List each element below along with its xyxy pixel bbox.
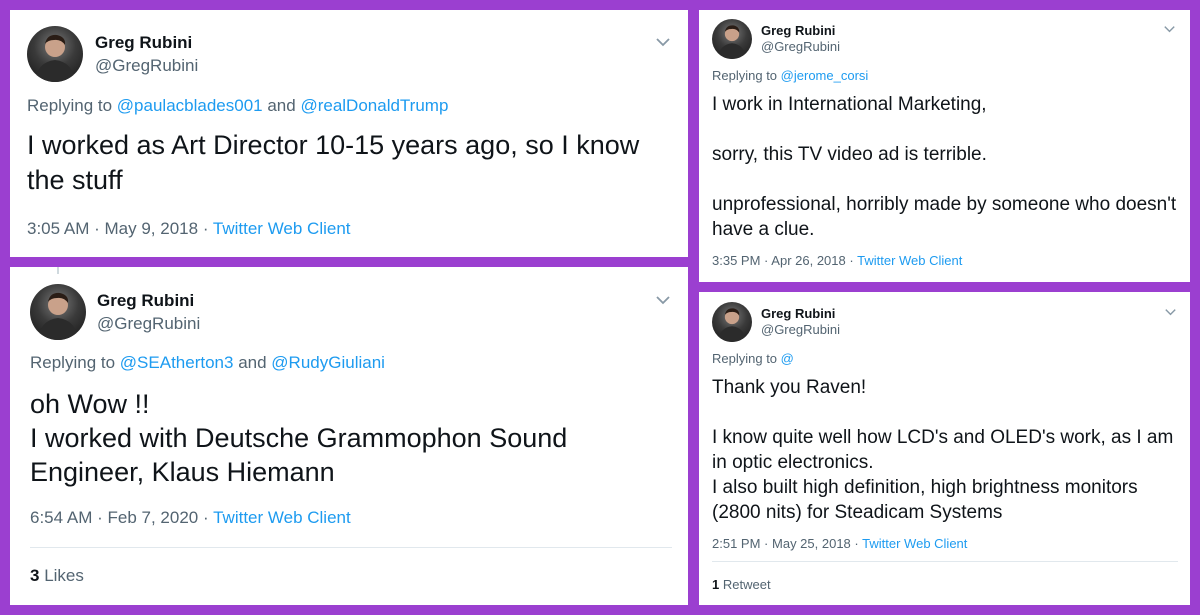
separator-dot: · [97,508,103,527]
tweet-time[interactable]: 2:51 PM [712,536,760,551]
reply-mention-link[interactable]: @ [781,351,794,366]
tweet-time[interactable]: 3:05 AM [27,219,89,238]
tweet-date[interactable]: Apr 26, 2018 [771,253,845,268]
reply-mention-link[interactable]: @jerome_corsi [781,68,869,83]
reply-mention-link[interactable]: @SEAtherton3 [120,353,234,372]
tweet-text: Thank you Raven! I know quite well how L… [712,375,1180,525]
replying-to: Replying to @paulacblades001 and @realDo… [27,96,448,116]
stat-label: Retweet [722,577,771,592]
separator-dot: · [849,253,854,268]
author-name[interactable]: Greg Rubini [761,306,835,321]
stat-number: 3 [30,566,40,585]
chevron-down-icon[interactable] [1165,308,1176,316]
tweet-meta: 3:05 AM · May 9, 2018 · Twitter Web Clie… [27,219,351,239]
replying-to: Replying to @SEAtherton3 and @RudyGiulia… [30,353,385,373]
tweet-client-link[interactable]: Twitter Web Client [213,219,351,238]
tweet-card-3: Greg Rubini @GregRubini Replying to @jer… [699,10,1190,282]
tweet-meta: 3:35 PM · Apr 26, 2018 · Twitter Web Cli… [712,253,962,268]
tweet-client-link[interactable]: Twitter Web Client [857,253,962,268]
avatar[interactable] [30,284,86,340]
retweets-count[interactable]: 1 Retweet [712,577,771,592]
reply-mention-link[interactable]: @paulacblades001 [117,96,263,115]
chevron-down-icon[interactable] [1164,25,1175,33]
separator-dot: · [203,508,209,527]
tweet-text-line: Thank you Raven! [712,377,867,398]
author-name[interactable]: Greg Rubini [97,291,194,311]
chevron-down-icon[interactable] [656,37,670,47]
separator-dot: · [94,219,100,238]
tweet-text-line [712,167,1180,192]
author-handle[interactable]: @GregRubini [97,314,200,334]
separator-dot: · [764,253,769,268]
tweet-text: I work in International Marketing, sorry… [712,92,1180,242]
tweet-date[interactable]: May 25, 2018 [772,536,851,551]
tweet-text-line: I worked with Deutsche Grammophon Sound … [30,423,568,487]
separator-dot: · [854,536,859,551]
replying-to-label: Replying to [712,351,778,366]
reply-mention-link[interactable]: @RudyGiuliani [271,353,385,372]
tweet-date[interactable]: May 9, 2018 [105,219,199,238]
divider [712,561,1178,562]
tweet-text-line: unprofessional, horribly made by someone… [712,194,1177,240]
separator-dot: · [202,219,209,238]
tweet-text-line: I work in International Marketing, [712,94,987,115]
tweet-meta: 2:51 PM · May 25, 2018 · Twitter Web Cli… [712,536,967,551]
author-handle[interactable]: @GregRubini [761,39,840,54]
stat-label: Likes [44,566,84,585]
tweet-text-line: oh Wow !! [30,389,150,419]
thread-connector-line [57,267,59,274]
tweet-time[interactable]: 3:35 PM [712,253,760,268]
author-name[interactable]: Greg Rubini [95,33,192,53]
tweet-client-link[interactable]: Twitter Web Client [862,536,967,551]
replying-to-label: Replying to [30,353,116,372]
author-handle[interactable]: @GregRubini [761,322,840,337]
tweet-text-line: I also built high definition, high brigh… [712,477,1138,523]
tweet-text: I worked as Art Director 10-15 years ago… [27,128,677,198]
reply-joiner: and [267,96,296,115]
replying-to: Replying to @ [712,351,794,366]
tweet-card-1: Greg Rubini @GregRubini Replying to @pau… [10,10,688,257]
reply-mention-link[interactable]: @realDonaldTrump [300,96,448,115]
stat-number: 1 [712,577,720,592]
tweet-card-2: Greg Rubini @GregRubini Replying to @SEA… [10,267,688,605]
avatar[interactable] [712,19,752,59]
replying-to-label: Replying to [27,96,113,115]
author-handle[interactable]: @GregRubini [95,56,198,76]
tweet-text-line: I worked as Art Director 10-15 years ago… [27,130,640,195]
avatar[interactable] [712,302,752,342]
replying-to-label: Replying to [712,68,778,83]
tweet-card-4: Greg Rubini @GregRubini Replying to @ Th… [699,292,1190,605]
tweet-text-line: sorry, this TV video ad is terrible. [712,144,987,165]
tweet-text-line [712,117,1180,142]
divider [30,547,672,548]
author-name[interactable]: Greg Rubini [761,23,835,38]
chevron-down-icon[interactable] [656,295,670,305]
tweet-client-link[interactable]: Twitter Web Client [213,508,351,527]
tweet-date[interactable]: Feb 7, 2020 [108,508,199,527]
reply-joiner: and [238,353,267,372]
likes-count[interactable]: 3 Likes [30,566,84,586]
tweet-meta: 6:54 AM · Feb 7, 2020 · Twitter Web Clie… [30,508,351,528]
tweet-text-line: I know quite well how LCD's and OLED's w… [712,427,1174,473]
avatar[interactable] [27,26,83,82]
replying-to: Replying to @jerome_corsi [712,68,868,83]
tweet-time[interactable]: 6:54 AM [30,508,92,527]
tweet-text-line [712,400,1180,425]
tweet-text: oh Wow !! I worked with Deutsche Grammop… [30,387,680,489]
separator-dot: · [764,536,769,551]
